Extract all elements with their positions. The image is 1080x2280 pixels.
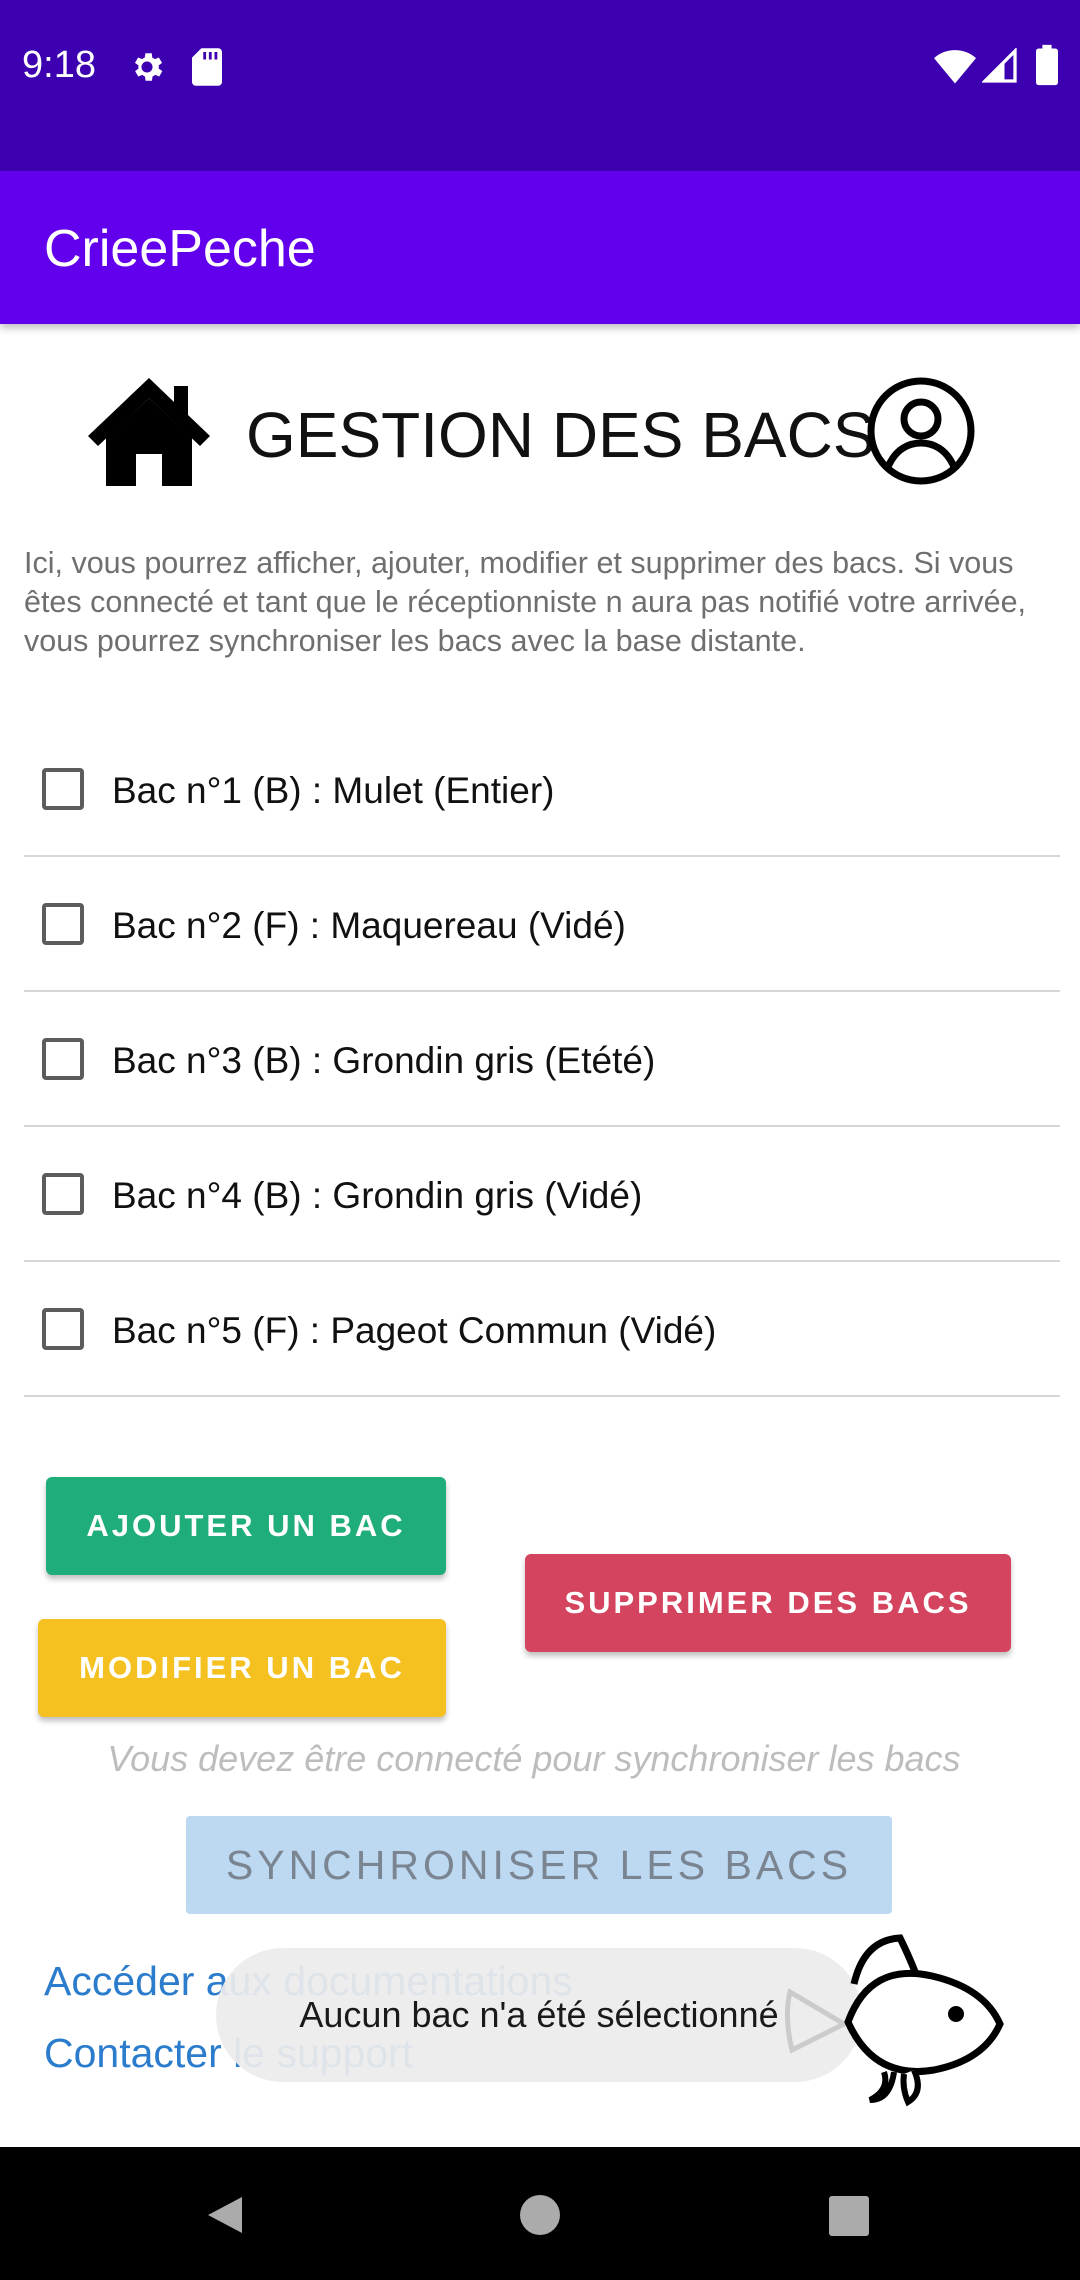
user-circle-icon[interactable]	[866, 376, 976, 486]
list-item[interactable]: Bac n°5 (F) : Pageot Commun (Vidé)	[24, 1262, 1060, 1397]
bac-label: Bac n°2 (F) : Maquereau (Vidé)	[112, 905, 626, 946]
sync-bacs-button: SYNCHRONISER LES BACS	[186, 1816, 892, 1914]
back-icon[interactable]	[204, 2193, 248, 2237]
recent-apps-icon[interactable]	[828, 2195, 870, 2237]
page-title: GESTION DES BACS	[246, 399, 876, 471]
signal-icon	[982, 48, 1017, 83]
bac-list: Bac n°1 (B) : Mulet (Entier) Bac n°2 (F)…	[24, 722, 1060, 1397]
bac-label: Bac n°5 (F) : Pageot Commun (Vidé)	[112, 1310, 717, 1351]
battery-icon	[1036, 44, 1058, 86]
edit-bac-button[interactable]: MODIFIER UN BAC	[38, 1619, 446, 1717]
fish-icon	[784, 1934, 1004, 2107]
list-item[interactable]: Bac n°3 (B) : Grondin gris (Etété)	[24, 992, 1060, 1127]
bac-label: Bac n°3 (B) : Grondin gris (Etété)	[112, 1040, 656, 1081]
bac-label: Bac n°4 (B) : Grondin gris (Vidé)	[112, 1175, 643, 1216]
app-bar: CrieePeche	[0, 171, 1080, 324]
nav-bar	[0, 2147, 1080, 2280]
status-time: 9:18	[22, 44, 96, 86]
bac-checkbox[interactable]	[42, 1308, 84, 1350]
gear-icon	[134, 53, 163, 81]
sd-card-icon	[192, 48, 222, 86]
bac-checkbox[interactable]	[42, 1173, 84, 1215]
home-circle-icon[interactable]	[518, 2193, 562, 2237]
bac-checkbox[interactable]	[42, 768, 84, 810]
add-bac-button[interactable]: AJOUTER UN BAC	[46, 1477, 446, 1575]
list-item[interactable]: Bac n°2 (F) : Maquereau (Vidé)	[24, 857, 1060, 992]
bac-checkbox[interactable]	[42, 1038, 84, 1080]
bac-label: Bac n°1 (B) : Mulet (Entier)	[112, 770, 555, 811]
bac-checkbox[interactable]	[42, 903, 84, 945]
list-item[interactable]: Bac n°4 (B) : Grondin gris (Vidé)	[24, 1127, 1060, 1262]
app-title: CrieePeche	[44, 220, 316, 278]
delete-bacs-button[interactable]: SUPPRIMER DES BACS	[525, 1554, 1011, 1652]
sync-hint: Vous devez être connecté pour synchronis…	[107, 1738, 961, 1779]
wifi-icon	[934, 50, 976, 84]
status-bar: 9:18	[0, 0, 1080, 171]
home-icon[interactable]	[86, 376, 212, 488]
list-item[interactable]: Bac n°1 (B) : Mulet (Entier)	[24, 722, 1060, 857]
intro-text: Ici, vous pourrez afficher, ajouter, mod…	[24, 546, 1027, 658]
toast-message: Aucun bac n'a été sélectionné	[216, 1948, 862, 2082]
